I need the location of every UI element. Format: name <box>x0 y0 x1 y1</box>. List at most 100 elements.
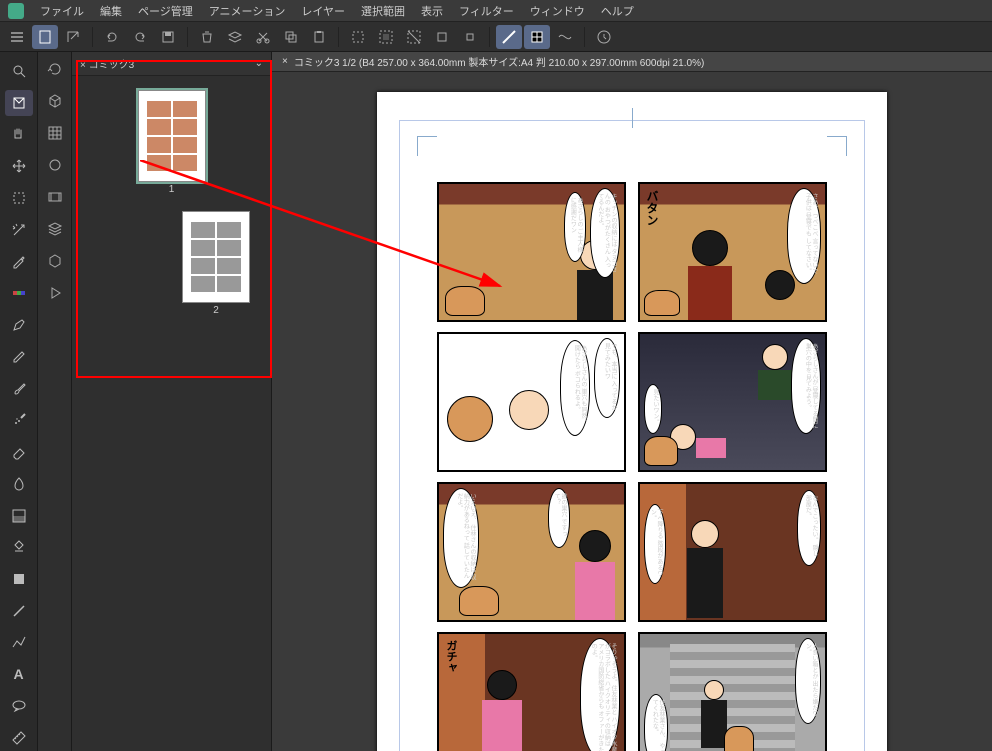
polyline-tool-icon[interactable] <box>5 630 33 656</box>
play-icon[interactable] <box>43 282 67 304</box>
cut-icon[interactable] <box>250 25 276 49</box>
brush-tool-icon[interactable] <box>5 376 33 402</box>
left-toolbar: A <box>0 52 38 751</box>
tab-label: コミック3 <box>89 60 135 71</box>
comic-panel[interactable]: なんでこったい。 隠し部屋だ。 下へ降りる 階段があるワン。 <box>638 482 827 622</box>
select-all-icon[interactable] <box>373 25 399 49</box>
object-tool-icon[interactable] <box>5 90 33 116</box>
cropmark-icon <box>827 136 847 156</box>
speech-bubble: 人食い箱とか 出たら嫌だワン。 <box>795 638 821 724</box>
external-icon[interactable] <box>60 25 86 49</box>
comic-panel[interactable]: ガチャ そりゃそうよ。住友林業と ハイオク水産がコラボした ハイクオリティの収納… <box>437 632 626 751</box>
layers-icon[interactable] <box>43 218 67 240</box>
cropmark-icon <box>632 108 633 128</box>
comic-panel[interactable]: あざらしさんが 昼寝してる間に 巣穴の中を 見てみよう。 見たいワン。 <box>638 332 827 472</box>
sfx-text: ガチャ <box>443 640 459 673</box>
eyedropper-tool-icon[interactable] <box>5 249 33 275</box>
layer-icon[interactable] <box>222 25 248 49</box>
grid-icon[interactable] <box>43 122 67 144</box>
eraser-tool-icon[interactable] <box>5 439 33 465</box>
comic-panel[interactable]: でも、本当に 入ってるか 見てみたいワ あざらしさんの 巣穴も同然。 開けたら … <box>437 332 626 472</box>
page-thumbnail-1[interactable]: 1 <box>138 90 206 195</box>
deselect-icon[interactable] <box>345 25 371 49</box>
gradient-tool-icon[interactable] <box>5 534 33 560</box>
refresh-icon[interactable] <box>43 58 67 80</box>
app-logo-icon <box>8 3 24 19</box>
shape-tool-icon[interactable] <box>5 566 33 592</box>
line-tool-icon[interactable] <box>5 598 33 624</box>
speech-bubble: さあ、 つべこべ 言ってないで 子供は 昼寝でも してなさい。 <box>787 188 821 284</box>
menu-edit[interactable]: 編集 <box>100 3 122 19</box>
save-icon[interactable] <box>155 25 181 49</box>
marquee-tool-icon[interactable] <box>5 185 33 211</box>
page-manager-tab[interactable]: × コミック3 ⌄ <box>72 52 271 76</box>
document-tab[interactable]: × コミック3 1/2 (B4 257.00 x 364.00mm 製本サイズ:… <box>272 52 992 72</box>
copy-icon[interactable] <box>278 25 304 49</box>
ruler-tool-icon[interactable] <box>5 725 33 751</box>
menu-window[interactable]: ウィンドウ <box>530 3 585 19</box>
snap-grid-icon[interactable] <box>524 25 550 49</box>
menu-page-manage[interactable]: ページ管理 <box>138 3 193 19</box>
pencil-tool-icon[interactable] <box>5 344 33 370</box>
page-thumbnail-2[interactable]: 2 <box>182 211 250 316</box>
canvas-viewport[interactable]: キッチンの収納には タヌコさんの おやつがたくさん 入ってるんだよ。 あざらしの… <box>272 72 992 751</box>
canvas-area: × コミック3 1/2 (B4 257.00 x 364.00mm 製本サイズ:… <box>272 52 992 751</box>
circle-icon[interactable] <box>43 154 67 176</box>
balloon-tool-icon[interactable] <box>5 693 33 719</box>
delete-icon[interactable] <box>194 25 220 49</box>
hand-tool-icon[interactable] <box>5 122 33 148</box>
menu-help[interactable]: ヘルプ <box>601 3 634 19</box>
text-tool-icon[interactable]: A <box>5 662 33 688</box>
speech-bubble: いえいえ、 住林さんの収納は 収納力があるねって 話していたんだよ。 <box>443 488 479 588</box>
hamburger-icon[interactable] <box>4 25 30 49</box>
menu-selection[interactable]: 選択範囲 <box>361 3 405 19</box>
aux-toolbar <box>38 52 72 751</box>
doc-close-icon[interactable]: × <box>282 56 288 67</box>
expand-sel-icon[interactable] <box>429 25 455 49</box>
speech-bubble: あざらしの ご主人様に感謝だワン <box>564 192 586 262</box>
snap-ruler-icon[interactable] <box>496 25 522 49</box>
menu-view[interactable]: 表示 <box>421 3 443 19</box>
page-view-icon[interactable] <box>32 25 58 49</box>
menu-layer[interactable]: レイヤー <box>301 3 345 19</box>
speech-bubble: 下へ降りる 階段があるワン。 <box>644 504 666 584</box>
shrink-sel-icon[interactable] <box>457 25 483 49</box>
cube-icon[interactable] <box>43 90 67 112</box>
doc-tab-label: コミック3 1/2 (B4 257.00 x 364.00mm 製本サイズ:A4… <box>294 54 704 69</box>
blend-tool-icon[interactable] <box>5 471 33 497</box>
menu-file[interactable]: ファイル <box>40 3 84 19</box>
comic-page-canvas[interactable]: キッチンの収納には タヌコさんの おやつがたくさん 入ってるんだよ。 あざらしの… <box>377 92 887 751</box>
tab-close-icon[interactable]: × <box>80 60 86 71</box>
undo-icon[interactable] <box>99 25 125 49</box>
sfx-text: バタン <box>644 190 661 226</box>
speech-bubble: そりゃそうよ。住友林業と ハイオク水産がコラボした ハイクオリティの収納は アメ… <box>580 638 620 751</box>
speech-bubble: でも、本当に 入ってるか 見てみたいワ <box>594 338 620 418</box>
wand-tool-icon[interactable] <box>5 217 33 243</box>
film-icon[interactable] <box>43 186 67 208</box>
speech-bubble: あざらしさんが 昼寝してる間に 巣穴の中を 見てみよう。 <box>791 338 821 434</box>
speech-bubble: あざらしさんの 巣穴も同然。 開けたら ボコられるよ。 <box>560 340 590 436</box>
speech-bubble: 見たいワン。 <box>644 384 662 434</box>
comic-panel[interactable]: キッチンの収納には タヌコさんの おやつがたくさん 入ってるんだよ。 あざらしの… <box>437 182 626 322</box>
paste-icon[interactable] <box>306 25 332 49</box>
color-tool-icon[interactable] <box>5 280 33 306</box>
page-number-label: 1 <box>138 182 206 195</box>
comic-panel[interactable]: 誰の巣穴 ですって？ いえいえ、 住林さんの収納は 収納力があるねって 話してい… <box>437 482 626 622</box>
search-tool-icon[interactable] <box>5 58 33 84</box>
snap-special-icon[interactable] <box>552 25 578 49</box>
move-tool-icon[interactable] <box>5 153 33 179</box>
pen-tool-icon[interactable] <box>5 312 33 338</box>
menu-animation[interactable]: アニメーション <box>209 3 286 19</box>
speech-bubble: 誰の巣穴 ですって？ <box>548 488 570 548</box>
cube2-icon[interactable] <box>43 250 67 272</box>
fill-tool-icon[interactable] <box>5 503 33 529</box>
menu-filter[interactable]: フィルター <box>459 3 514 19</box>
comic-panel[interactable]: 人食い箱とか 出たら嫌だワン。 住友林業さん、 やってくれたな。 <box>638 632 827 751</box>
invert-icon[interactable] <box>401 25 427 49</box>
support-icon[interactable] <box>591 25 617 49</box>
redo-icon[interactable] <box>127 25 153 49</box>
top-toolbar <box>0 22 992 52</box>
airbrush-tool-icon[interactable] <box>5 407 33 433</box>
comic-panel[interactable]: さあ、 つべこべ 言ってないで 子供は 昼寝でも してなさい。 バタン <box>638 182 827 322</box>
tab-dropdown-icon[interactable]: ⌄ <box>255 58 263 69</box>
